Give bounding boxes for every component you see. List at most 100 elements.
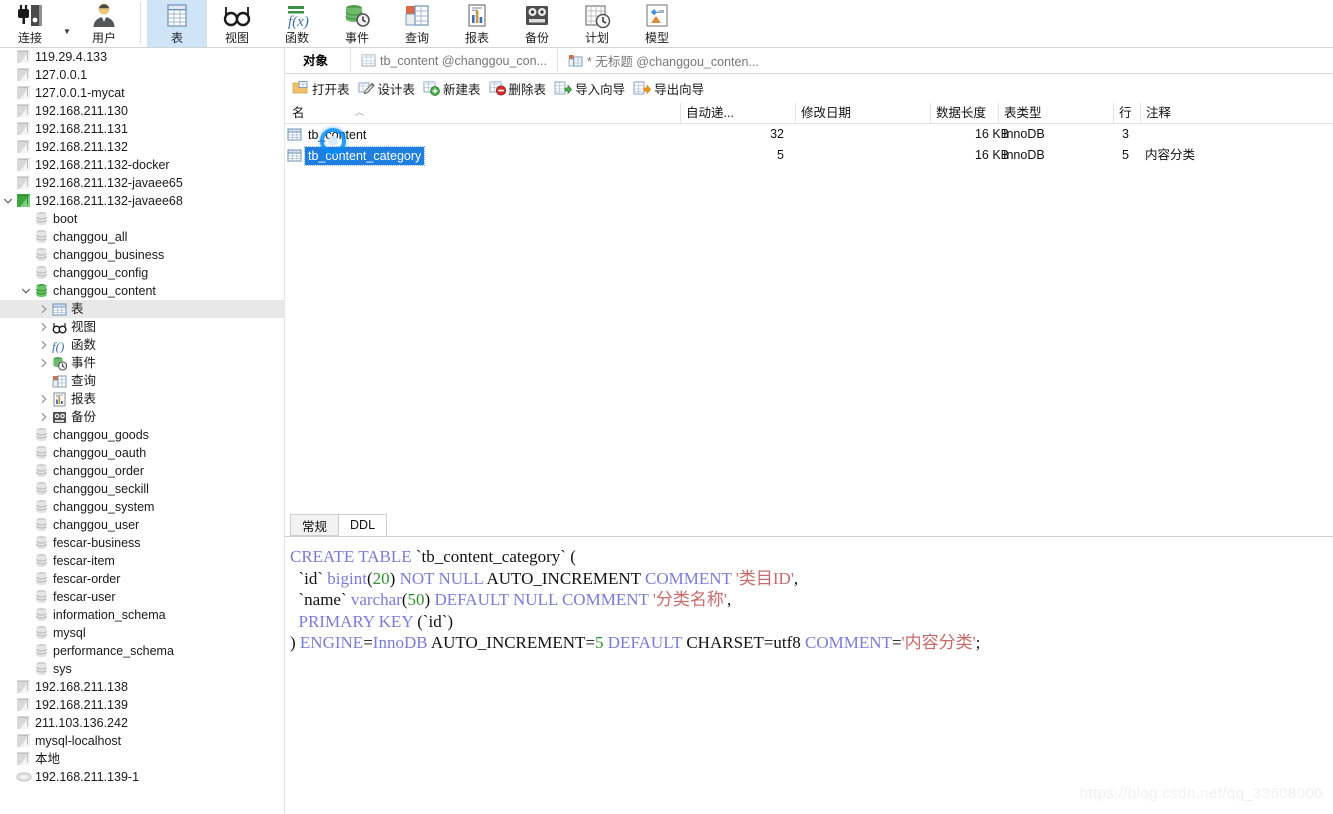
- tree-item-mysql[interactable]: mysql: [0, 624, 284, 642]
- tree-item-fescar-business[interactable]: fescar-business: [0, 534, 284, 552]
- tree-item--[interactable]: 视图: [0, 318, 284, 336]
- tree-item-fescar-user[interactable]: fescar-user: [0, 588, 284, 606]
- chevron-down-icon[interactable]: ▼: [60, 27, 74, 36]
- tree-item-changgou_business[interactable]: changgou_business: [0, 246, 284, 264]
- ddl-tab-ddl[interactable]: DDL: [338, 514, 388, 536]
- tree-item-127-0-0-1-mycat[interactable]: 127.0.0.1-mycat: [0, 84, 284, 102]
- tree-item-changgou_content[interactable]: changgou_content: [0, 282, 284, 300]
- tree-item-192-168-211-139[interactable]: 192.168.211.139: [0, 696, 284, 714]
- tree-item-information_schema[interactable]: information_schema: [0, 606, 284, 624]
- tree-item-192-168-211-139-1[interactable]: 192.168.211.139-1: [0, 768, 284, 786]
- chevron-right-icon[interactable]: [36, 304, 51, 314]
- editor-tab-0[interactable]: 对象: [285, 48, 351, 73]
- tree-item-fescar-order[interactable]: fescar-order: [0, 570, 284, 588]
- chevron-right-icon[interactable]: [36, 358, 51, 368]
- chevron-right-icon[interactable]: [36, 340, 51, 350]
- tree-item-mysql-localhost[interactable]: mysql-localhost: [0, 732, 284, 750]
- ddl-tab-常规[interactable]: 常规: [290, 514, 340, 536]
- table-row[interactable]: tb_content 32 16 KB InnoDB 3: [285, 124, 1333, 145]
- chevron-down-icon[interactable]: [18, 286, 33, 296]
- ribbon-button-schedule[interactable]: 计划: [567, 0, 627, 47]
- object-action-toolbar[interactable]: 打开表 设计表 新建表 删除表 导入向导 导出向导: [285, 76, 1333, 100]
- ribbon-button-event[interactable]: 事件: [327, 0, 387, 47]
- tree-item-label: 查询: [71, 374, 97, 388]
- ribbon-button-query[interactable]: 查询: [387, 0, 447, 47]
- object-list[interactable]: ︿ 名自动递... 修改日期 数据长度 表类型行注释 tb_content 32 16 K…: [285, 103, 1333, 166]
- ribbon-button-report[interactable]: 报表: [447, 0, 507, 47]
- tree-item-192-168-211-131[interactable]: 192.168.211.131: [0, 120, 284, 138]
- tree-item-sys[interactable]: sys: [0, 660, 284, 678]
- ribbon-button-model[interactable]: 模型: [627, 0, 687, 47]
- ribbon-button-function[interactable]: f(x) 函数: [267, 0, 327, 47]
- tree-item-119-29-4-133[interactable]: 119.29.4.133: [0, 48, 284, 66]
- ribbon-group-connection: 连接 ▼ 用户: [0, 0, 134, 47]
- table-row[interactable]: tb_content_category 5 16 KB InnoDB 5 内容分类: [285, 145, 1333, 166]
- tree-item-boot[interactable]: boot: [0, 210, 284, 228]
- column-header-5[interactable]: 行: [1113, 103, 1135, 123]
- tree-item-192-168-211-132-docker[interactable]: 192.168.211.132-docker: [0, 156, 284, 174]
- tree-item-192-168-211-138[interactable]: 192.168.211.138: [0, 678, 284, 696]
- action-open-table[interactable]: 打开表: [290, 77, 356, 99]
- column-header-1[interactable]: 自动递...: [680, 103, 790, 123]
- sql-token: KEY: [378, 611, 413, 631]
- tree-item-211-103-136-242[interactable]: 211.103.136.242: [0, 714, 284, 732]
- export-wizard-icon: [633, 80, 652, 96]
- tree-item-changgou_seckill[interactable]: changgou_seckill: [0, 480, 284, 498]
- cell-name[interactable]: tb_content_category: [287, 145, 487, 166]
- chevron-down-icon[interactable]: [0, 196, 15, 206]
- tree-item--[interactable]: 本地: [0, 750, 284, 768]
- action-import-wizard[interactable]: 导入向导: [552, 77, 631, 99]
- ribbon-button-user[interactable]: 用户: [74, 0, 134, 47]
- tree-item-192-168-211-132-javaee68[interactable]: 192.168.211.132-javaee68: [0, 192, 284, 210]
- tree-item-changgou_goods[interactable]: changgou_goods: [0, 426, 284, 444]
- connection-icon: [16, 139, 32, 155]
- tree-item-192-168-211-130[interactable]: 192.168.211.130: [0, 102, 284, 120]
- tree-item-icon: [15, 85, 32, 101]
- ribbon-button-table[interactable]: 表: [147, 0, 207, 47]
- editor-tab-1[interactable]: tb_content @changgou_con...: [350, 48, 557, 73]
- tree-item-changgou_all[interactable]: changgou_all: [0, 228, 284, 246]
- action-design-table[interactable]: 设计表: [356, 77, 422, 99]
- tree-item-icon: [15, 121, 32, 137]
- column-header-6[interactable]: 注释: [1140, 103, 1270, 123]
- editor-tab-strip[interactable]: 对象 tb_content @changgou_con... * 无标题 @chan…: [285, 48, 1333, 74]
- ribbon-button-backup[interactable]: 备份: [507, 0, 567, 47]
- tree-item-fescar-item[interactable]: fescar-item: [0, 552, 284, 570]
- tree-item--[interactable]: f() 函数: [0, 336, 284, 354]
- tree-item--[interactable]: 报表: [0, 390, 284, 408]
- column-header-4[interactable]: 表类型: [998, 103, 1098, 123]
- action-export-wizard[interactable]: 导出向导: [631, 77, 710, 99]
- tree-item-performance_schema[interactable]: performance_schema: [0, 642, 284, 660]
- connection-tree-sidebar[interactable]: 119.29.4.133 127.0.0.1 127.0.0.1-mycat 192.…: [0, 48, 285, 814]
- tree-item-label: 192.168.211.139-1: [35, 770, 140, 784]
- column-header-2[interactable]: 修改日期: [795, 103, 915, 123]
- object-list-header[interactable]: ︿ 名自动递... 修改日期 数据长度 表类型行注释: [285, 103, 1333, 124]
- ribbon-button-view[interactable]: 视图: [207, 0, 267, 47]
- tree-item-127-0-0-1[interactable]: 127.0.0.1: [0, 66, 284, 84]
- ddl-sql-text[interactable]: CREATE TABLE `tb_content_category` ( `id…: [285, 537, 1333, 654]
- column-header-0[interactable]: 名: [287, 103, 487, 123]
- tree-item--[interactable]: 表: [0, 300, 284, 318]
- chevron-right-icon[interactable]: [36, 412, 51, 422]
- ribbon-button-connection[interactable]: 连接: [0, 0, 60, 47]
- tree-item-changgou_order[interactable]: changgou_order: [0, 462, 284, 480]
- action-new-table[interactable]: 新建表: [421, 77, 487, 99]
- editor-tab-2[interactable]: * 无标题 @changgou_conten...: [557, 48, 769, 73]
- action-delete-table[interactable]: 删除表: [487, 77, 553, 99]
- tree-item--[interactable]: 备份: [0, 408, 284, 426]
- ddl-tab-strip[interactable]: 常规 DDL: [285, 513, 1333, 536]
- cell-name[interactable]: tb_content: [287, 124, 487, 145]
- tree-item-changgou_config[interactable]: changgou_config: [0, 264, 284, 282]
- chevron-right-icon[interactable]: [36, 322, 51, 332]
- tree-item-changgou_system[interactable]: changgou_system: [0, 498, 284, 516]
- tree-item--[interactable]: 查询: [0, 372, 284, 390]
- tree-item-changgou_oauth[interactable]: changgou_oauth: [0, 444, 284, 462]
- object-list-body[interactable]: tb_content 32 16 KB InnoDB 3 tb_content_categ…: [285, 124, 1333, 166]
- tree-item--[interactable]: 事件: [0, 354, 284, 372]
- tree-item-label: changgou_system: [53, 500, 155, 514]
- tree-item-changgou_user[interactable]: changgou_user: [0, 516, 284, 534]
- tree-item-192-168-211-132[interactable]: 192.168.211.132: [0, 138, 284, 156]
- tree-item-192-168-211-132-javaee65[interactable]: 192.168.211.132-javaee65: [0, 174, 284, 192]
- tree-item-icon: [15, 49, 32, 65]
- chevron-right-icon[interactable]: [36, 394, 51, 404]
